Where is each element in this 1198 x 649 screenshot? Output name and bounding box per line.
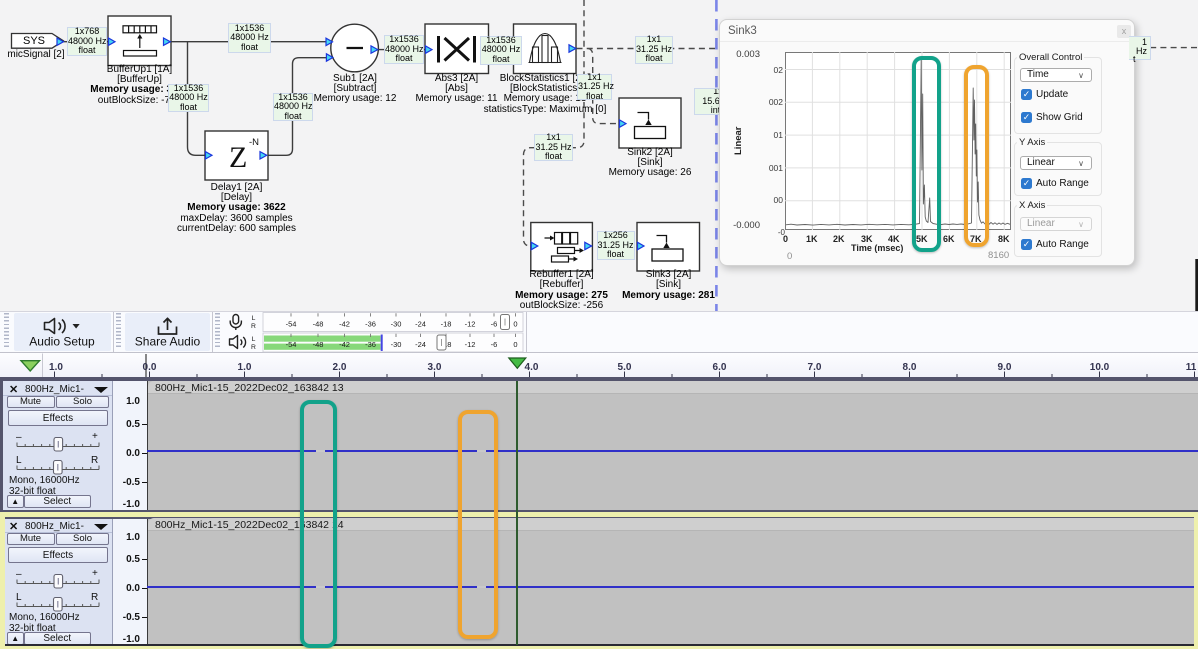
svg-text:-42: -42: [339, 320, 350, 329]
svg-text:Z: Z: [229, 141, 247, 174]
svg-text:L: L: [252, 315, 256, 322]
svg-text:-24: -24: [415, 340, 426, 349]
svg-text:L: L: [252, 336, 256, 343]
svg-text:-54: -54: [286, 320, 297, 329]
svg-text:0: 0: [513, 320, 517, 329]
svg-text:-18: -18: [441, 320, 452, 329]
svg-text:R: R: [251, 323, 256, 330]
svg-text:-48: -48: [313, 320, 324, 329]
svg-text:-30: -30: [391, 320, 402, 329]
svg-text:-48: -48: [313, 340, 324, 349]
svg-text:2.0: 2.0: [333, 362, 347, 373]
svg-text:-36: -36: [365, 340, 376, 349]
svg-text:3.0: 3.0: [428, 362, 442, 373]
svg-text:+: +: [92, 431, 98, 442]
svg-text:–: –: [16, 569, 22, 580]
svg-text:-30: -30: [391, 340, 402, 349]
svg-text:0: 0: [513, 340, 517, 349]
svg-text:-36: -36: [365, 320, 376, 329]
svg-text:-6: -6: [491, 320, 498, 329]
svg-text:-N: -N: [249, 137, 259, 148]
svg-text:-42: -42: [339, 340, 350, 349]
svg-text:-12: -12: [465, 320, 476, 329]
svg-text:10.0: 10.0: [1090, 362, 1110, 373]
svg-text:1.0: 1.0: [49, 362, 63, 373]
svg-text:9.0: 9.0: [998, 362, 1012, 373]
svg-text:-54: -54: [286, 340, 297, 349]
svg-text:Audio Setup: Audio Setup: [29, 334, 95, 348]
svg-text:11: 11: [1186, 362, 1197, 373]
svg-text:L: L: [16, 592, 22, 603]
svg-text:-24: -24: [415, 320, 426, 329]
svg-text:L: L: [16, 455, 22, 466]
svg-text:5.0: 5.0: [618, 362, 632, 373]
svg-text:4.0: 4.0: [525, 362, 539, 373]
svg-text:-6: -6: [491, 340, 498, 349]
svg-text:R: R: [251, 344, 256, 351]
svg-text:R: R: [91, 455, 98, 466]
svg-text:8.0: 8.0: [903, 362, 917, 373]
svg-text:-12: -12: [465, 340, 476, 349]
svg-text:7.0: 7.0: [808, 362, 822, 373]
svg-text:R: R: [91, 592, 98, 603]
svg-text:6.0: 6.0: [713, 362, 727, 373]
svg-text:+: +: [92, 568, 98, 579]
svg-text:1.0: 1.0: [238, 362, 252, 373]
svg-text:Share Audio: Share Audio: [134, 334, 200, 348]
svg-text:–: –: [16, 432, 22, 443]
svg-text:0.0: 0.0: [143, 362, 157, 373]
